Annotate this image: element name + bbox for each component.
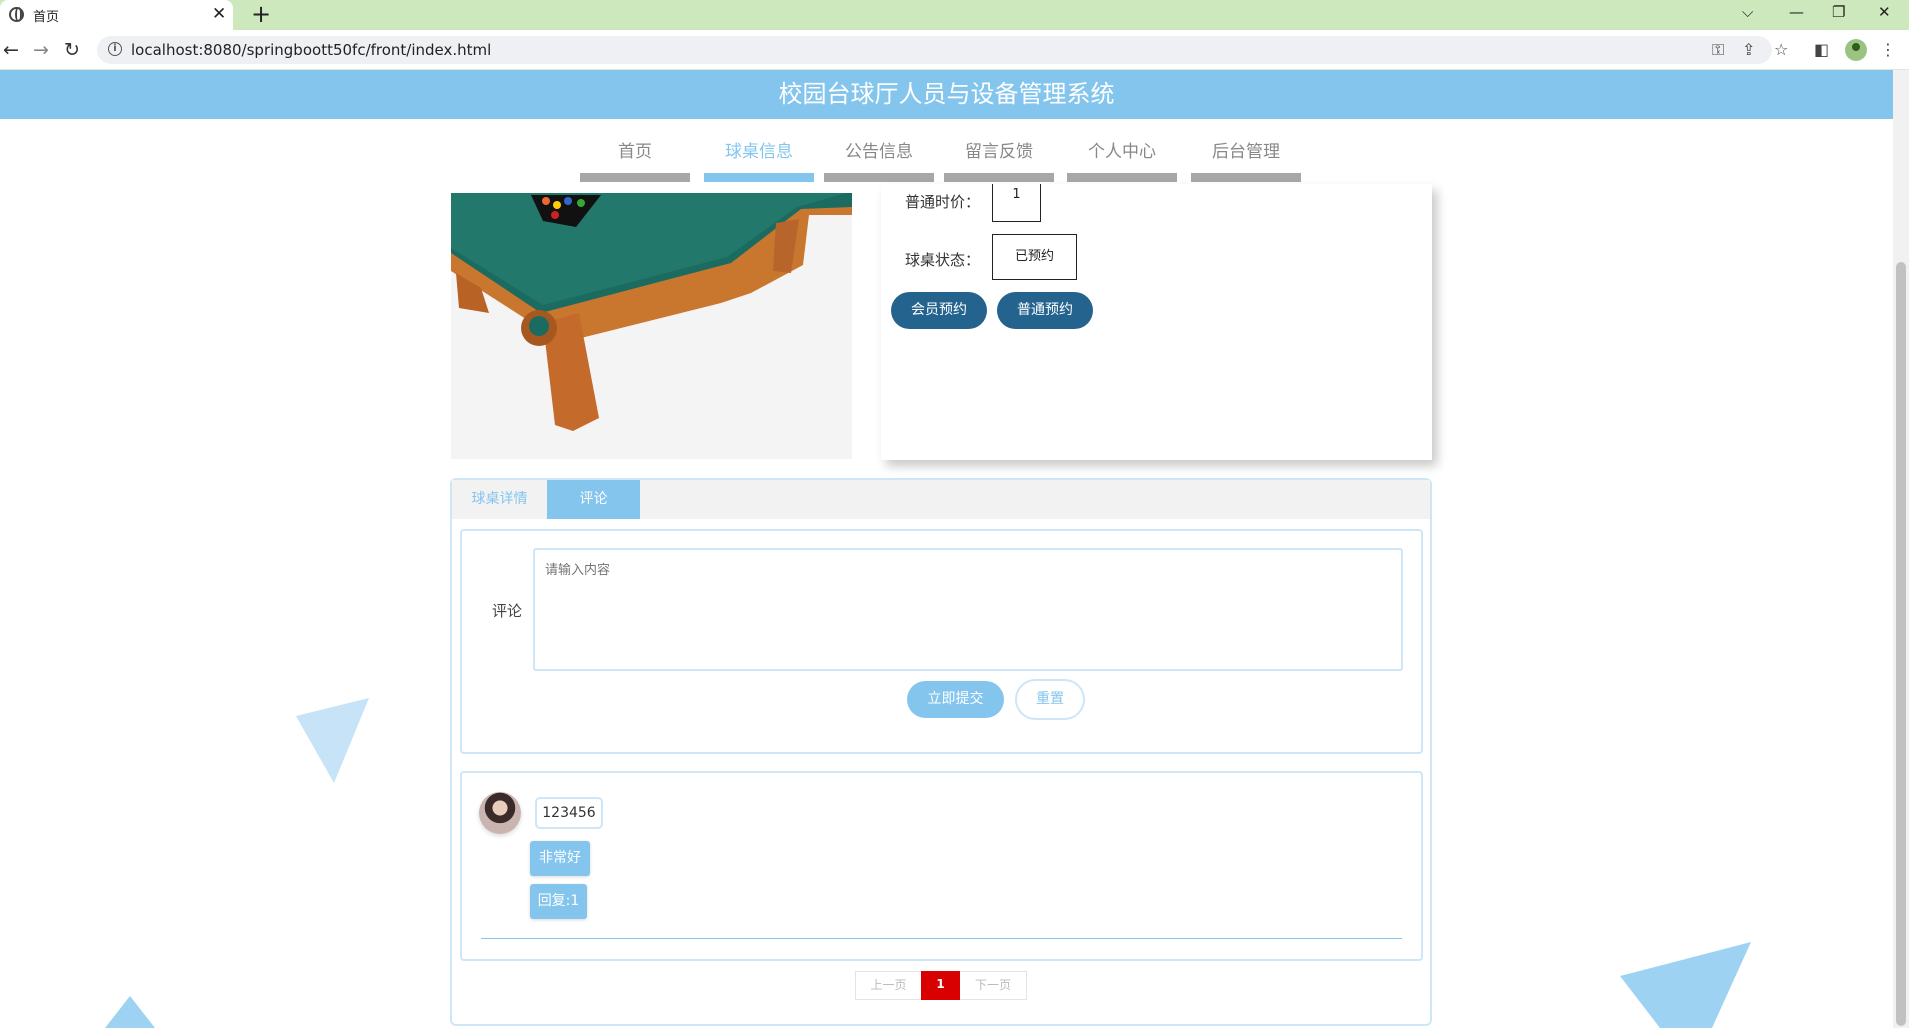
nav-feedback[interactable]: 留言反馈 <box>944 138 1054 182</box>
page-number-current[interactable]: 1 <box>921 971 960 1000</box>
url-text[interactable]: localhost:8080/springboott50fc/front/ind… <box>131 41 491 59</box>
minimize-window-button[interactable]: — <box>1789 3 1804 21</box>
decorative-triangle <box>296 698 369 783</box>
comment-divider <box>481 938 1402 939</box>
tab-search-chevron-icon[interactable]: ⌵ <box>1742 3 1753 21</box>
comment-label: 评论 <box>492 602 523 620</box>
status-label: 球桌状态： <box>905 251 981 269</box>
prev-page-button[interactable]: 上一页 <box>855 971 921 1000</box>
pool-table-image <box>451 193 852 459</box>
share-icon[interactable]: ⇪ <box>1742 40 1755 59</box>
reply-button[interactable]: 回复:1 <box>530 884 587 919</box>
side-panel-icon[interactable]: ◧ <box>1814 40 1829 59</box>
decorative-triangle <box>1620 942 1751 1028</box>
close-window-button[interactable]: ✕ <box>1878 3 1891 21</box>
scrollbar-thumb[interactable] <box>1896 262 1906 1026</box>
decorative-triangle <box>105 996 155 1028</box>
forward-arrow-icon[interactable]: → <box>33 39 49 61</box>
new-tab-button[interactable]: + <box>251 1 271 27</box>
normal-booking-button[interactable]: 普通预约 <box>997 292 1093 329</box>
nav-home[interactable]: 首页 <box>580 138 690 182</box>
commenter-username: 123456 <box>535 797 603 829</box>
star-bookmark-icon[interactable]: ☆ <box>1774 40 1788 59</box>
submit-button[interactable]: 立即提交 <box>907 681 1004 718</box>
comment-textarea[interactable] <box>533 548 1403 671</box>
reload-icon[interactable]: ↻ <box>64 39 80 61</box>
commenter-avatar <box>479 792 521 834</box>
reset-button[interactable]: 重置 <box>1015 679 1085 720</box>
profile-avatar-icon[interactable] <box>1845 39 1867 61</box>
next-page-button[interactable]: 下一页 <box>960 971 1027 1000</box>
nav-admin[interactable]: 后台管理 <box>1191 138 1301 182</box>
nav-personal-center[interactable]: 个人中心 <box>1067 138 1177 182</box>
price-value: 1 <box>992 184 1041 222</box>
nav-announcements[interactable]: 公告信息 <box>824 138 934 182</box>
browser-tab-strip <box>0 0 1909 30</box>
browser-tab-title: 首页 <box>33 10 60 25</box>
comment-content: 非常好 <box>530 841 590 876</box>
comment-list <box>460 771 1423 961</box>
member-booking-button[interactable]: 会员预约 <box>891 292 987 329</box>
key-icon[interactable]: ⚿ <box>1712 40 1724 60</box>
tab-comments[interactable]: 评论 <box>547 480 640 519</box>
browser-menu-icon[interactable]: ⋮ <box>1880 40 1896 59</box>
site-info-icon[interactable]: i <box>108 42 122 56</box>
close-tab-icon[interactable]: ✕ <box>212 4 226 24</box>
restore-window-button[interactable]: ❐ <box>1832 3 1845 21</box>
status-value: 已预约 <box>992 234 1077 280</box>
price-label: 普通时价： <box>905 193 981 211</box>
site-title: 校园台球厅人员与设备管理系统 <box>778 80 1115 108</box>
globe-icon <box>9 7 24 22</box>
back-arrow-icon[interactable]: ← <box>3 39 19 61</box>
tab-table-details[interactable]: 球桌详情 <box>452 480 547 519</box>
nav-table-info[interactable]: 球桌信息 <box>704 138 814 182</box>
